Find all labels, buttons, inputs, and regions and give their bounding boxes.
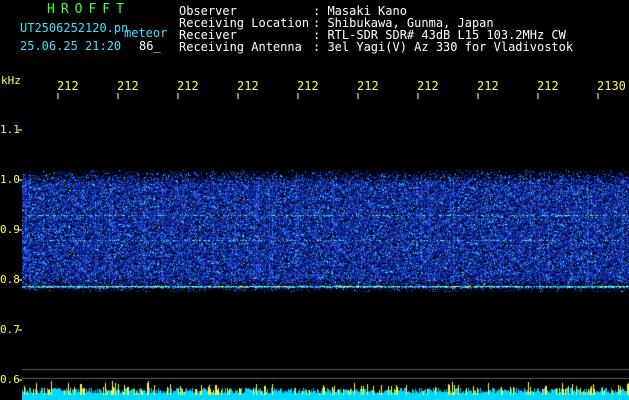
spectrogram xyxy=(22,100,629,400)
